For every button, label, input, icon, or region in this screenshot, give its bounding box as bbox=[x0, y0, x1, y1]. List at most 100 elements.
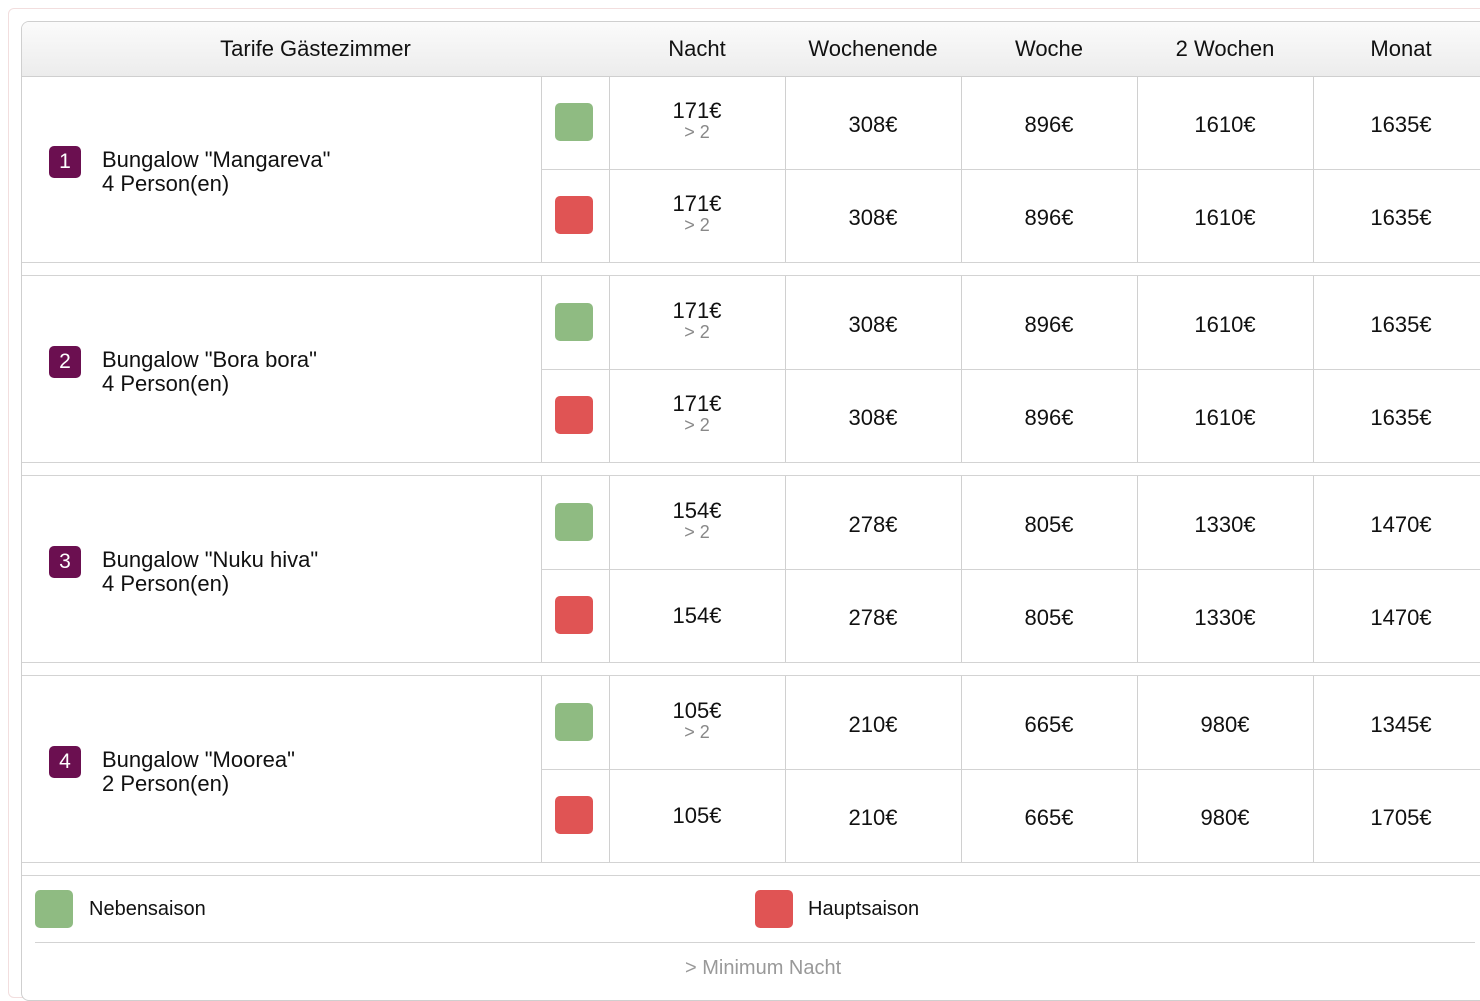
legend-swatch-low-season bbox=[35, 890, 73, 928]
price-night-value: 171€ bbox=[672, 298, 722, 323]
price-two-weeks: 1610€ bbox=[1194, 205, 1256, 230]
room-number-badge: 1 bbox=[49, 146, 81, 178]
minimum-nights: > 2 bbox=[684, 522, 710, 542]
price-night-value: 171€ bbox=[672, 98, 722, 123]
room-group: 3 Bungalow "Nuku hiva" 4 Person(en) 154€ > 2… bbox=[22, 476, 1480, 676]
room-group: 4 Bungalow "Moorea" 2 Person(en) 105€ > 2 210… bbox=[22, 676, 1480, 876]
room-persons: 4 Person(en) bbox=[102, 171, 230, 196]
room-group: 2 Bungalow "Bora bora" 4 Person(en) 171€ > 2… bbox=[22, 276, 1480, 476]
price-two-weeks: 980€ bbox=[1200, 712, 1250, 737]
room-number-badge: 2 bbox=[49, 346, 81, 378]
season-divider bbox=[541, 569, 1480, 570]
price-month: 1635€ bbox=[1370, 405, 1432, 430]
minimum-nights: > 2 bbox=[684, 322, 710, 342]
legend-divider-bottom bbox=[35, 942, 1475, 943]
price-month: 1635€ bbox=[1370, 312, 1432, 337]
room-name: Bungalow "Mangareva" bbox=[102, 147, 331, 172]
room-persons: 2 Person(en) bbox=[102, 771, 230, 796]
price-night: 171€ > 2 bbox=[609, 191, 785, 235]
room-number-badge: 4 bbox=[49, 746, 81, 778]
room-name: Bungalow "Moorea" bbox=[102, 747, 295, 772]
header-title: Tarife Gästezimmer bbox=[220, 36, 411, 61]
price-week: 665€ bbox=[1024, 712, 1074, 737]
season-divider bbox=[541, 169, 1480, 170]
price-two-weeks: 980€ bbox=[1200, 805, 1250, 830]
season-swatch-low bbox=[555, 103, 593, 141]
header-col-two-weeks: 2 Wochen bbox=[1175, 36, 1275, 61]
season-swatch-high bbox=[555, 396, 593, 434]
season-swatch-high bbox=[555, 796, 593, 834]
season-swatch-low bbox=[555, 703, 593, 741]
price-weekend: 210€ bbox=[848, 712, 898, 737]
price-week: 896€ bbox=[1024, 405, 1074, 430]
legend-divider-top bbox=[22, 875, 1480, 876]
price-month: 1635€ bbox=[1370, 205, 1432, 230]
price-night: 154€ > 2 bbox=[609, 498, 785, 542]
header-col-night: Nacht bbox=[668, 36, 726, 61]
price-night-value: 154€ bbox=[672, 603, 722, 628]
price-two-weeks: 1610€ bbox=[1194, 405, 1256, 430]
legend-label-high-season: Hauptsaison bbox=[808, 898, 920, 920]
rates-table: Tarife Gästezimmer Nacht Wochenende Woch… bbox=[21, 21, 1480, 1001]
season-swatch-low bbox=[555, 503, 593, 541]
price-weekend: 278€ bbox=[848, 512, 898, 537]
price-weekend: 210€ bbox=[848, 805, 898, 830]
price-night-value: 105€ bbox=[672, 803, 722, 828]
minimum-nights: > 2 bbox=[684, 122, 710, 142]
price-night-value: 105€ bbox=[672, 698, 722, 723]
minimum-nights: > 2 bbox=[684, 415, 710, 435]
price-week: 665€ bbox=[1024, 805, 1074, 830]
header-col-weekend: Wochenende bbox=[808, 36, 938, 61]
table-header: Tarife Gästezimmer Nacht Wochenende Woch… bbox=[22, 22, 1480, 77]
season-swatch-high bbox=[555, 196, 593, 234]
price-month: 1635€ bbox=[1370, 112, 1432, 137]
legend-label-low-season: Nebensaison bbox=[89, 898, 206, 920]
footnote-minimum-nights: > Minimum Nacht bbox=[685, 957, 842, 979]
price-weekend: 308€ bbox=[848, 312, 898, 337]
price-night-value: 154€ bbox=[672, 498, 722, 523]
price-weekend: 308€ bbox=[848, 205, 898, 230]
price-night-value: 171€ bbox=[672, 391, 722, 416]
price-month: 1705€ bbox=[1370, 805, 1432, 830]
room-number-badge: 3 bbox=[49, 546, 81, 578]
group-divider bbox=[22, 662, 1480, 663]
price-two-weeks: 1610€ bbox=[1194, 112, 1256, 137]
price-month: 1345€ bbox=[1370, 712, 1432, 737]
season-swatch-high bbox=[555, 596, 593, 634]
price-month: 1470€ bbox=[1370, 605, 1432, 630]
price-week: 805€ bbox=[1024, 512, 1074, 537]
price-week: 805€ bbox=[1024, 605, 1074, 630]
header-col-month: Monat bbox=[1370, 36, 1432, 61]
legend-swatch-high-season bbox=[755, 890, 793, 928]
price-two-weeks: 1610€ bbox=[1194, 312, 1256, 337]
room-name: Bungalow "Nuku hiva" bbox=[102, 547, 319, 572]
room-persons: 4 Person(en) bbox=[102, 371, 230, 396]
price-week: 896€ bbox=[1024, 312, 1074, 337]
price-weekend: 278€ bbox=[848, 605, 898, 630]
price-week: 896€ bbox=[1024, 205, 1074, 230]
price-two-weeks: 1330€ bbox=[1194, 605, 1256, 630]
price-night: 154€ bbox=[609, 605, 785, 627]
season-divider bbox=[541, 369, 1480, 370]
room-persons: 4 Person(en) bbox=[102, 571, 230, 596]
header-col-week: Woche bbox=[1014, 36, 1084, 61]
price-night-value: 171€ bbox=[672, 191, 722, 216]
minimum-nights: > 2 bbox=[684, 215, 710, 235]
price-weekend: 308€ bbox=[848, 112, 898, 137]
group-divider bbox=[22, 862, 1480, 863]
price-night: 171€ > 2 bbox=[609, 98, 785, 142]
price-night: 171€ > 2 bbox=[609, 391, 785, 435]
price-weekend: 308€ bbox=[848, 405, 898, 430]
group-divider bbox=[22, 262, 1480, 263]
room-group: 1 Bungalow "Mangareva" 4 Person(en) 171€ > 2… bbox=[22, 76, 1480, 276]
price-month: 1470€ bbox=[1370, 512, 1432, 537]
price-night: 171€ > 2 bbox=[609, 298, 785, 342]
minimum-nights: > 2 bbox=[684, 722, 710, 742]
season-divider bbox=[541, 769, 1480, 770]
price-two-weeks: 1330€ bbox=[1194, 512, 1256, 537]
price-night: 105€ bbox=[609, 805, 785, 827]
room-name: Bungalow "Bora bora" bbox=[102, 347, 317, 372]
price-night: 105€ > 2 bbox=[609, 698, 785, 742]
group-divider bbox=[22, 462, 1480, 463]
season-swatch-low bbox=[555, 303, 593, 341]
